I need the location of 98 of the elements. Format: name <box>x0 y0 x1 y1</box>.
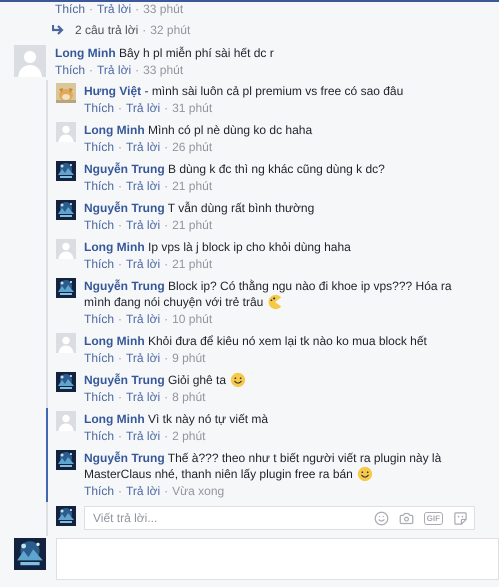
timestamp: 21 phút <box>172 218 212 233</box>
like-link[interactable]: Thích <box>84 312 114 327</box>
timestamp: 21 phút <box>172 257 212 272</box>
author-link[interactable]: Long Minh <box>84 240 145 254</box>
meta-separator: · <box>118 312 122 327</box>
sticker-icon[interactable] <box>453 510 468 526</box>
reply-link[interactable]: Trả lời <box>126 257 160 272</box>
reply-link[interactable]: Trả lời <box>126 312 160 327</box>
meta-separator: · <box>164 429 168 444</box>
meta-separator: · <box>118 257 122 272</box>
meta-separator: · <box>164 218 168 233</box>
reply-link[interactable]: Trả lời <box>126 179 160 194</box>
reply-text: Nguyễn Trung Block ip? Có thằng ngu nào đi khoe ip vps??? Hóa ra mình đang nói chuyện với trẻ trâu <box>84 278 453 310</box>
smiley-emoji-icon <box>356 466 373 482</box>
comment-input-field[interactable] <box>56 538 499 580</box>
timestamp: Vừa xong <box>172 484 224 499</box>
reply-link[interactable]: Trả lời <box>97 2 132 17</box>
author-link[interactable]: Long Minh <box>84 412 145 426</box>
meta-separator: · <box>164 101 168 116</box>
meta-separator: · <box>118 179 122 194</box>
avatar-icon <box>56 122 76 142</box>
meta-separator: · <box>164 140 168 155</box>
author-link[interactable]: Nguyễn Trung <box>84 162 165 176</box>
author-link[interactable]: Long Minh <box>84 334 145 348</box>
reply-link[interactable]: Trả lời <box>126 218 160 233</box>
reply-text: Long Minh Khỏi đưa để kiêu nó xem lại tk nào ko mua block hết <box>84 333 428 349</box>
like-link[interactable]: Thích <box>84 101 114 116</box>
meta-separator: · <box>164 257 168 272</box>
meta-separator: · <box>118 484 122 499</box>
author-link[interactable]: Nguyễn Trung <box>84 279 165 293</box>
reply-text: Nguyễn Trung Thế à??? theo như t biết người viết ra plugin này là MasterClaus nhé, thanh niên lấy plugin free ra bán <box>84 450 442 482</box>
like-link[interactable]: Thích <box>84 429 114 444</box>
meta-separator: · <box>118 390 122 405</box>
meta-separator: · <box>164 351 168 366</box>
like-link[interactable]: Thích <box>84 484 114 499</box>
replies-link[interactable]: 2 câu trả lời <box>75 23 138 37</box>
meta-separator: · <box>89 2 94 17</box>
timestamp: 21 phút <box>172 179 212 194</box>
meta-separator: · <box>164 390 168 405</box>
like-link[interactable]: Thích <box>55 63 86 78</box>
timestamp: 8 phút <box>172 390 206 405</box>
timestamp: 32 phút <box>150 23 190 37</box>
timestamp: 2 phút <box>172 429 206 444</box>
reply-link[interactable]: Trả lời <box>126 101 160 116</box>
meta-separator: · <box>89 63 94 78</box>
timestamp: 33 phút <box>143 63 184 78</box>
like-link[interactable]: Thích <box>84 390 114 405</box>
like-link[interactable]: Thích <box>84 140 114 155</box>
like-link[interactable]: Thích <box>84 351 114 366</box>
reply-text: Nguyễn Trung B dùng k đc thì ng khác cũng dùng k dc? <box>84 161 386 177</box>
reply-text: Long Minh Ip vps là j block ip cho khỏi dùng haha <box>84 239 352 255</box>
camera-icon[interactable] <box>398 510 414 526</box>
reply-link[interactable]: Trả lời <box>126 351 160 366</box>
author-link[interactable]: Nguyễn Trung <box>84 201 165 215</box>
reply-link[interactable]: Trả lời <box>126 390 160 405</box>
reply-text: Long Minh Mình có pl nè dùng ko dc haha <box>84 122 314 138</box>
timestamp: 9 phút <box>172 351 206 366</box>
reply-arrow-icon <box>52 24 65 36</box>
like-link[interactable]: Thích <box>84 218 114 233</box>
author-link[interactable]: Long Minh <box>55 46 116 60</box>
author-link[interactable]: Long Minh <box>84 123 145 137</box>
meta-separator: · <box>164 312 168 327</box>
meta-separator: · <box>118 351 122 366</box>
author-link[interactable]: Nguyễn Trung <box>84 373 165 387</box>
meta-separator: · <box>135 63 140 78</box>
meta-separator: · <box>118 140 122 155</box>
like-link[interactable]: Thích <box>84 179 114 194</box>
reply-text: Nguyễn Trung Giỏi ghê ta <box>84 372 499 388</box>
avatar-icon <box>56 333 76 353</box>
like-link[interactable]: Thích <box>55 2 86 17</box>
meta-separator: · <box>164 179 168 194</box>
meta-separator: · <box>118 101 122 116</box>
comment-text: Long Minh Bây h pl miễn phí sài hết dc r <box>55 45 275 61</box>
reply-link[interactable]: Trả lời <box>126 484 160 499</box>
smiley-emoji-icon <box>230 372 246 388</box>
avatar-icon <box>14 45 46 77</box>
timestamp: 31 phút <box>172 101 212 116</box>
like-link[interactable]: Thích <box>84 257 114 272</box>
meta-separator: · <box>135 2 140 17</box>
reply-text: Hưng Việt - mình sài luôn cả pl premium vs free có sao đâu <box>84 83 404 99</box>
reply-text: Nguyễn Trung T vẫn dùng rất bình thường <box>84 200 316 216</box>
timestamp: 33 phút <box>143 2 184 17</box>
meta-separator: · <box>118 429 122 444</box>
timestamp: 10 phút <box>172 312 212 327</box>
avatar-icon <box>56 411 76 431</box>
author-link[interactable]: Hưng Việt <box>84 84 142 98</box>
avatar-icon <box>56 239 76 259</box>
pacman-emoji-icon <box>267 294 284 310</box>
reply-text: Long Minh Vì tk này nó tự viết mà <box>84 411 270 427</box>
timestamp: 26 phút <box>172 140 212 155</box>
reply-link[interactable]: Trả lời <box>126 429 160 444</box>
meta-separator: · <box>118 218 122 233</box>
author-link[interactable]: Nguyễn Trung <box>84 451 165 465</box>
reply-link[interactable]: Trả lời <box>97 63 132 78</box>
reply-link[interactable]: Trả lời <box>126 140 160 155</box>
smiley-icon[interactable] <box>374 510 389 526</box>
meta-separator: · <box>142 23 146 37</box>
meta-separator: · <box>164 484 168 499</box>
